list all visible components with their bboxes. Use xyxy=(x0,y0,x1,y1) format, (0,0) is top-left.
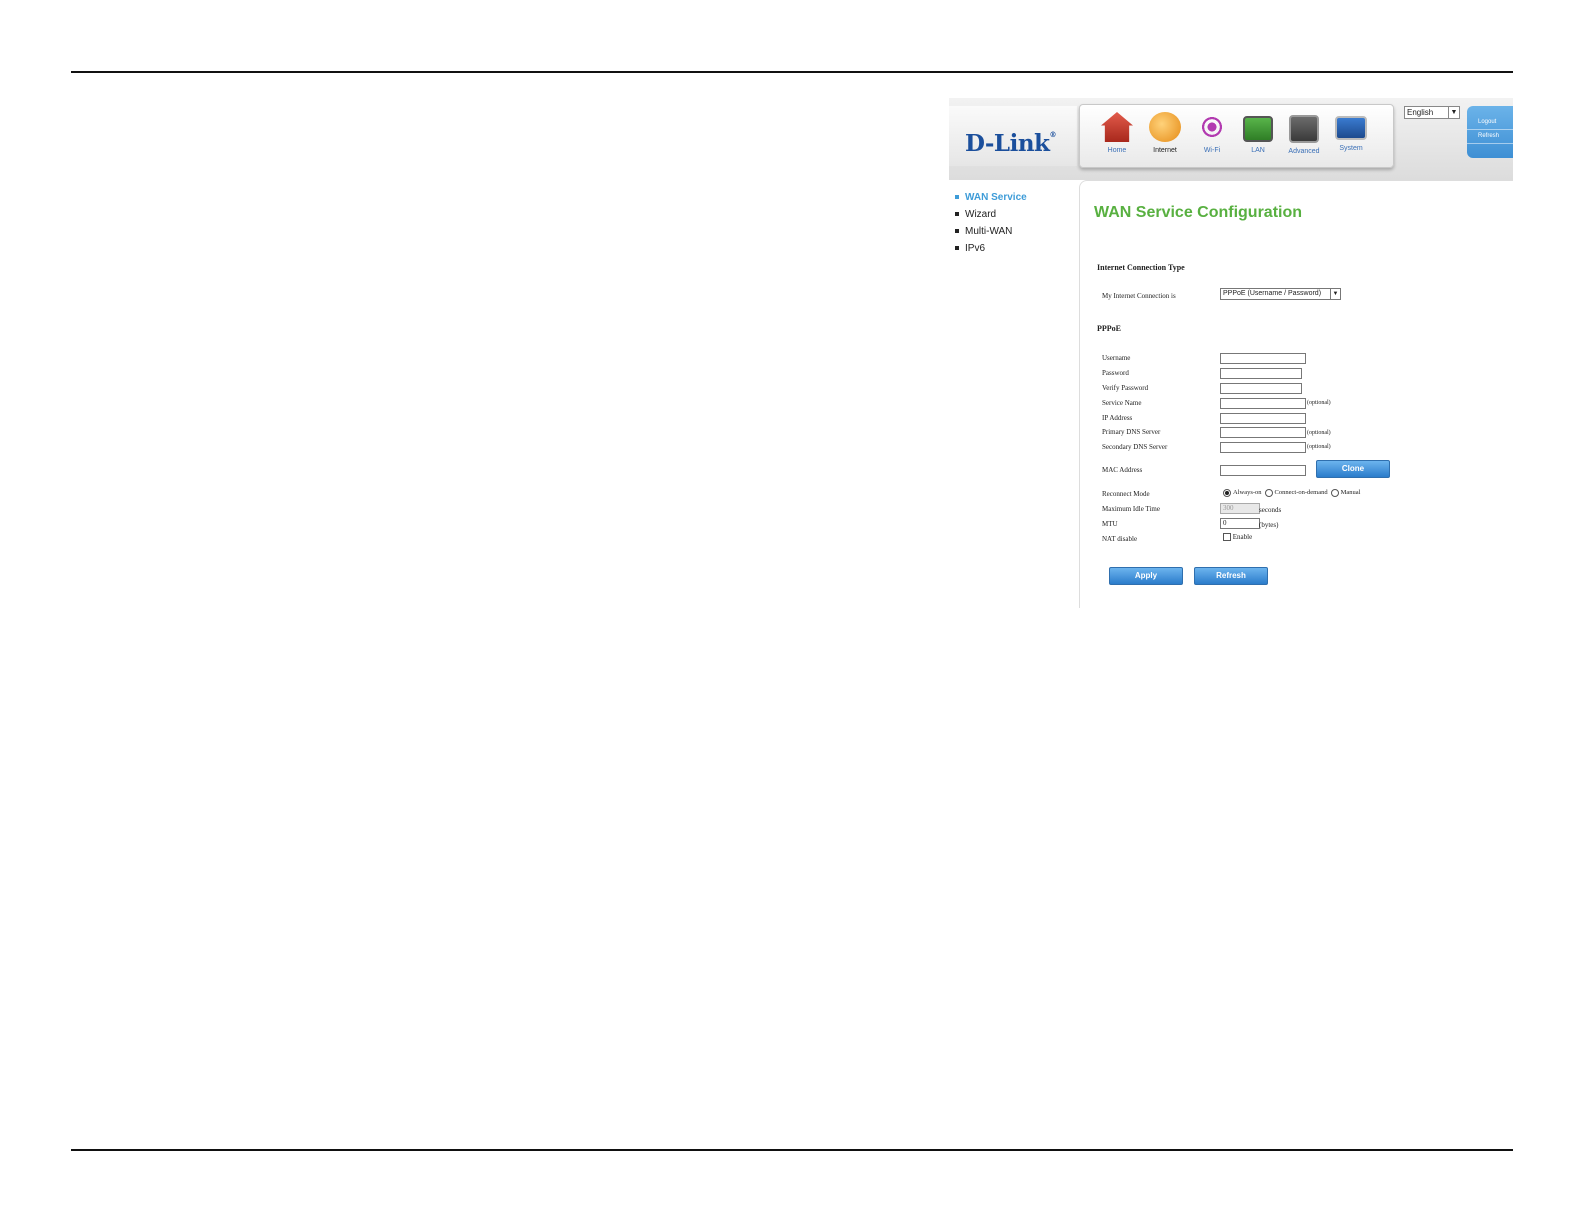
menu-item-ipv6[interactable]: IPv6 xyxy=(955,240,1027,257)
radio-label: Always-on xyxy=(1233,489,1262,497)
password-field[interactable] xyxy=(1220,368,1302,379)
bullet-icon xyxy=(955,212,959,217)
top-nav: Home Internet Wi-Fi LAN Advanced System xyxy=(1079,104,1394,168)
nav-label: LAN xyxy=(1251,147,1265,154)
bullet-icon xyxy=(955,195,959,200)
language-value: English xyxy=(1407,108,1434,117)
home-icon xyxy=(1101,112,1133,142)
max-idle-time-label: Maximum Idle Time xyxy=(1102,505,1160,513)
menu-item-wizard[interactable]: Wizard xyxy=(955,206,1027,223)
logo-panel: D-Link® xyxy=(949,106,1077,166)
menu-label: Multi-WAN xyxy=(965,226,1013,237)
idle-time-unit: seconds xyxy=(1259,506,1282,514)
menu-label: WAN Service xyxy=(965,192,1027,203)
wifi-antenna-icon xyxy=(1196,112,1228,142)
nav-home[interactable]: Home xyxy=(1094,112,1140,154)
bullet-icon xyxy=(955,246,959,251)
clone-button[interactable]: Clone xyxy=(1316,460,1390,478)
username-label: Username xyxy=(1102,354,1131,362)
tools-icon xyxy=(1289,115,1319,143)
ip-address-label: IP Address xyxy=(1102,414,1133,422)
optional-note: (optional) xyxy=(1307,430,1331,436)
dlink-logo: D-Link® xyxy=(965,130,1056,157)
radio-always-on[interactable] xyxy=(1223,489,1231,497)
nav-wifi[interactable]: Wi-Fi xyxy=(1189,112,1235,154)
nav-internet[interactable]: Internet xyxy=(1142,112,1188,154)
apply-button[interactable]: Apply xyxy=(1109,567,1183,585)
section-heading-pppoe: PPPoE xyxy=(1097,324,1121,333)
chevron-down-icon: ▼ xyxy=(1448,107,1459,118)
refresh-button[interactable]: Refresh xyxy=(1194,567,1268,585)
nav-label: Home xyxy=(1107,147,1127,154)
internet-globe-icon xyxy=(1149,112,1181,142)
password-label: Password xyxy=(1102,369,1129,377)
radio-label: Manual xyxy=(1340,489,1361,497)
section-heading-connection-type: Internet Connection Type xyxy=(1097,263,1185,272)
logout-link[interactable]: Logout xyxy=(1467,116,1513,130)
reconnect-mode-label: Reconnect Mode xyxy=(1102,490,1150,498)
language-select[interactable]: English ▼ xyxy=(1404,106,1460,119)
ip-address-field[interactable] xyxy=(1220,413,1306,424)
nav-label: System xyxy=(1339,145,1363,152)
account-panel: Logout Refresh xyxy=(1467,106,1513,158)
bullet-icon xyxy=(955,229,959,234)
page-title: WAN Service Configuration xyxy=(1094,204,1303,221)
verify-password-label: Verify Password xyxy=(1102,384,1149,392)
username-field[interactable] xyxy=(1220,353,1306,364)
nav-label: Advanced xyxy=(1288,148,1320,155)
connection-type-value: PPPoE (Username / Password) xyxy=(1223,290,1322,297)
nat-disable-option: Enable xyxy=(1223,533,1253,542)
top-rule xyxy=(71,71,1513,73)
mac-address-field[interactable] xyxy=(1220,465,1306,476)
checkbox-label: Enable xyxy=(1232,533,1253,541)
mac-address-label: MAC Address xyxy=(1102,466,1143,474)
primary-dns-field[interactable] xyxy=(1220,427,1306,438)
service-name-label: Service Name xyxy=(1102,399,1142,407)
reconnect-mode-group: Always-on Connect-on-demand Manual xyxy=(1223,489,1363,497)
mtu-field[interactable]: 0 xyxy=(1220,518,1260,529)
connection-type-select[interactable]: PPPoE (Username / Password) ▼ xyxy=(1220,288,1341,300)
nat-disable-checkbox[interactable] xyxy=(1223,533,1231,542)
menu-item-multi-wan[interactable]: Multi-WAN xyxy=(955,223,1027,240)
nav-label: Wi-Fi xyxy=(1203,147,1221,154)
nat-disable-label: NAT disable xyxy=(1102,535,1138,543)
radio-label: Connect-on-demand xyxy=(1274,489,1328,497)
nav-label: Internet xyxy=(1153,147,1177,154)
verify-password-field[interactable] xyxy=(1220,383,1302,394)
refresh-link[interactable]: Refresh xyxy=(1467,130,1513,144)
router-ui-screenshot: D-Link® Home Internet Wi-Fi LAN Advanced… xyxy=(949,98,1513,608)
radio-manual[interactable] xyxy=(1330,489,1339,497)
optional-note: (optional) xyxy=(1307,400,1331,406)
bottom-rule xyxy=(71,1149,1513,1151)
nav-lan[interactable]: LAN xyxy=(1235,112,1281,154)
left-menu: WAN Service Wizard Multi-WAN IPv6 xyxy=(955,189,1027,257)
nav-system[interactable]: System xyxy=(1328,112,1374,152)
main-content: WAN Service Configuration Internet Conne… xyxy=(1079,180,1513,608)
mtu-label: MTU xyxy=(1102,520,1118,528)
lan-port-icon xyxy=(1243,116,1273,142)
mtu-unit: (bytes) xyxy=(1259,521,1279,529)
menu-label: IPv6 xyxy=(965,243,986,254)
monitor-icon xyxy=(1335,116,1367,140)
menu-item-wan-service[interactable]: WAN Service xyxy=(955,189,1027,206)
secondary-dns-label: Secondary DNS Server xyxy=(1102,443,1168,451)
menu-label: Wizard xyxy=(965,209,997,220)
primary-dns-label: Primary DNS Server xyxy=(1102,428,1161,436)
connection-type-label: My Internet Connection is xyxy=(1102,292,1176,300)
idle-time-field[interactable]: 300 xyxy=(1220,503,1260,514)
secondary-dns-field[interactable] xyxy=(1220,442,1306,453)
radio-connect-on-demand[interactable] xyxy=(1264,489,1273,497)
service-name-field[interactable] xyxy=(1220,398,1306,409)
nav-advanced[interactable]: Advanced xyxy=(1281,112,1327,155)
chevron-down-icon: ▼ xyxy=(1330,289,1340,299)
optional-note: (optional) xyxy=(1307,444,1331,450)
